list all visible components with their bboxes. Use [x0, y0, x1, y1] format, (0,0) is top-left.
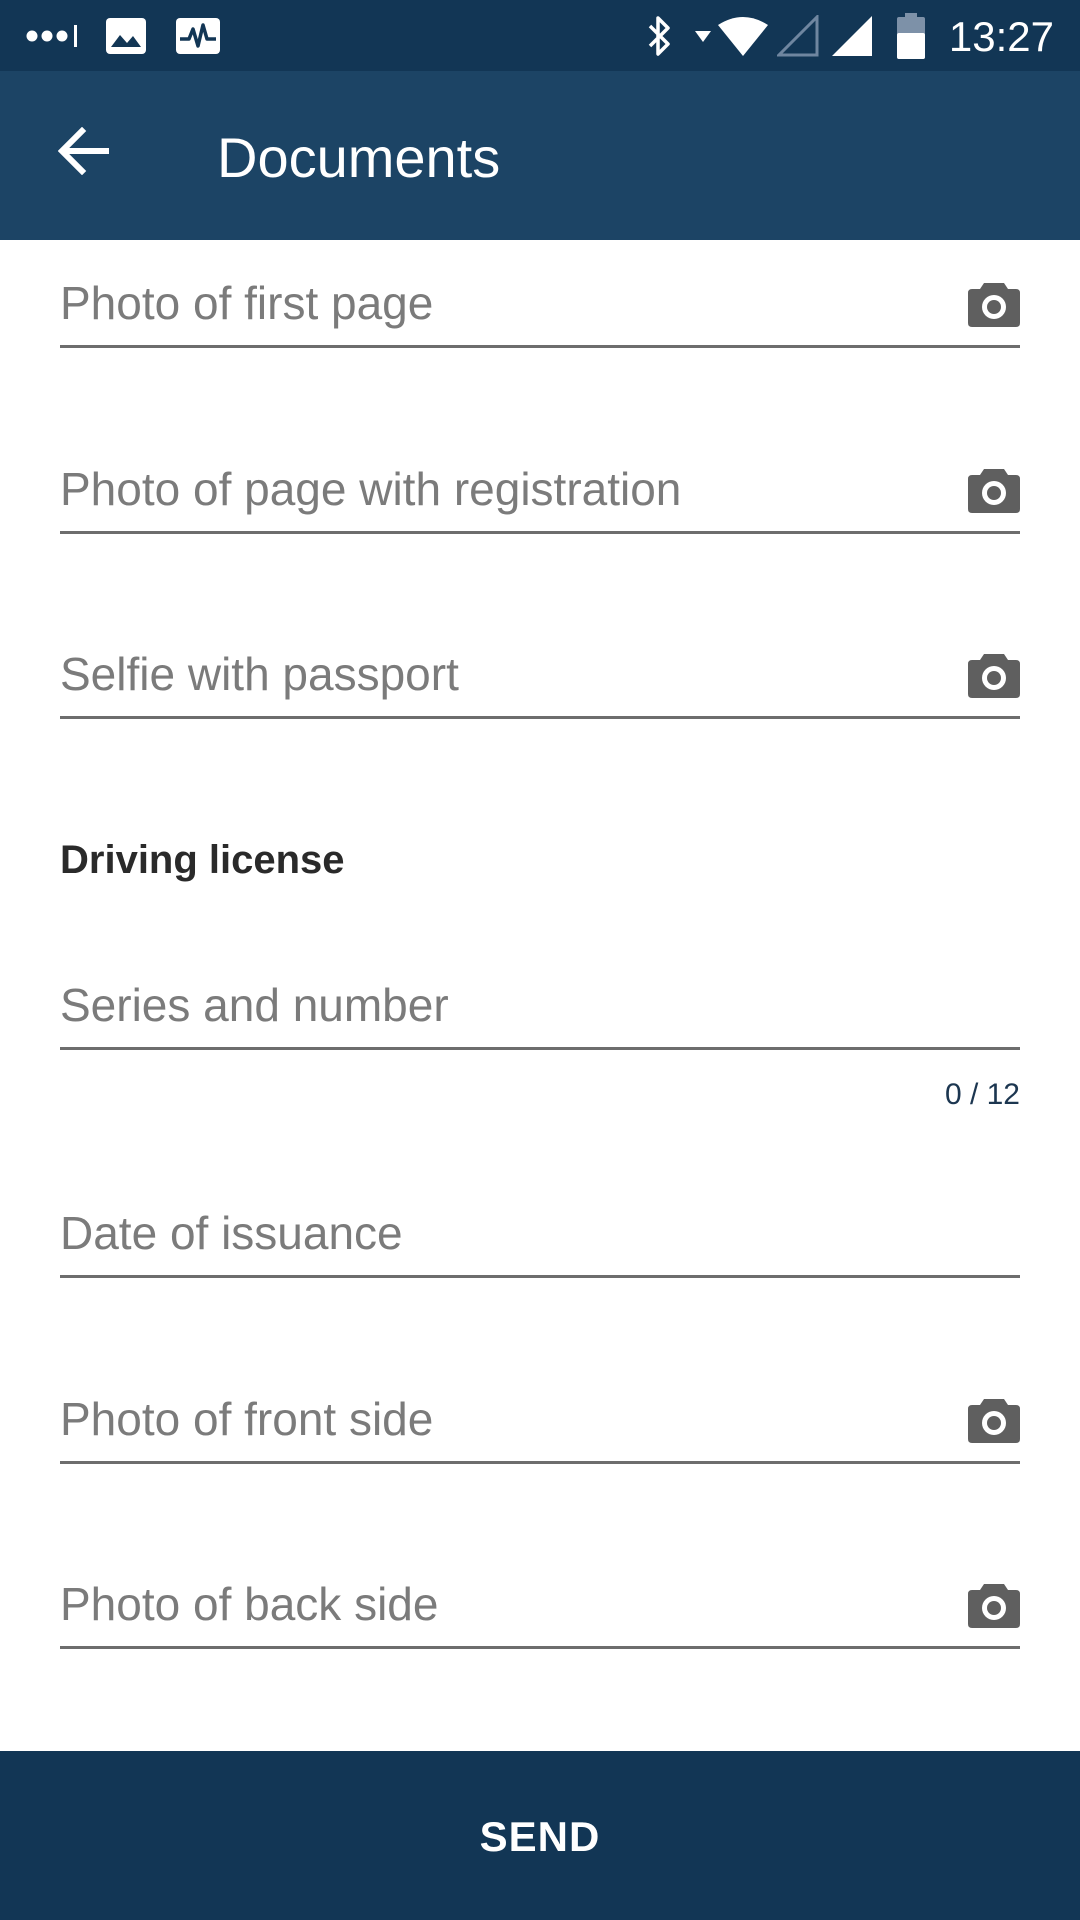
selfie-with-passport-field [60, 611, 1020, 719]
registration-page-photo-input[interactable] [60, 447, 920, 531]
selfie-with-passport-input[interactable] [60, 632, 920, 716]
series-and-number-field [60, 942, 1020, 1050]
driving-license-section-title: Driving license [60, 838, 345, 882]
documents-form: Driving license 0 / 12 [0, 240, 1080, 1751]
image-icon [104, 0, 148, 71]
series-and-number-input[interactable] [60, 963, 920, 1047]
back-side-photo-field [60, 1541, 1020, 1649]
front-side-photo-field [60, 1356, 1020, 1464]
date-of-issuance-field [60, 1170, 1020, 1278]
back-side-photo-input[interactable] [60, 1562, 920, 1646]
wifi-icon [716, 0, 770, 71]
status-time: 13:27 [948, 13, 1054, 60]
first-page-photo-field [60, 240, 1020, 348]
registration-page-photo-field [60, 426, 1020, 534]
camera-icon[interactable] [968, 467, 1020, 513]
camera-icon[interactable] [968, 1582, 1020, 1628]
status-bar: 13:27 [0, 0, 1080, 71]
send-button[interactable]: SEND [0, 1751, 1080, 1920]
character-counter: 0 / 12 [944, 1078, 1020, 1111]
date-of-issuance-input[interactable] [60, 1191, 920, 1275]
download-arrow-icon [692, 0, 714, 71]
arrow-back-icon [58, 127, 109, 175]
bluetooth-icon [642, 0, 676, 71]
more-dots-icon [24, 0, 82, 71]
signal-full-icon [830, 0, 874, 71]
activity-icon [174, 0, 222, 71]
first-page-photo-input[interactable] [60, 261, 920, 345]
front-side-photo-input[interactable] [60, 1377, 920, 1461]
camera-icon[interactable] [968, 652, 1020, 698]
page-title: Documents [217, 126, 501, 189]
camera-icon[interactable] [968, 1397, 1020, 1443]
documents-screen: 13:27 Documents Photo of first page Phot… [0, 0, 1080, 1920]
signal-empty-icon [776, 0, 820, 71]
app-bar: Documents [0, 71, 1080, 240]
back-button[interactable] [34, 101, 134, 201]
camera-icon[interactable] [968, 281, 1020, 327]
battery-icon [896, 0, 926, 71]
